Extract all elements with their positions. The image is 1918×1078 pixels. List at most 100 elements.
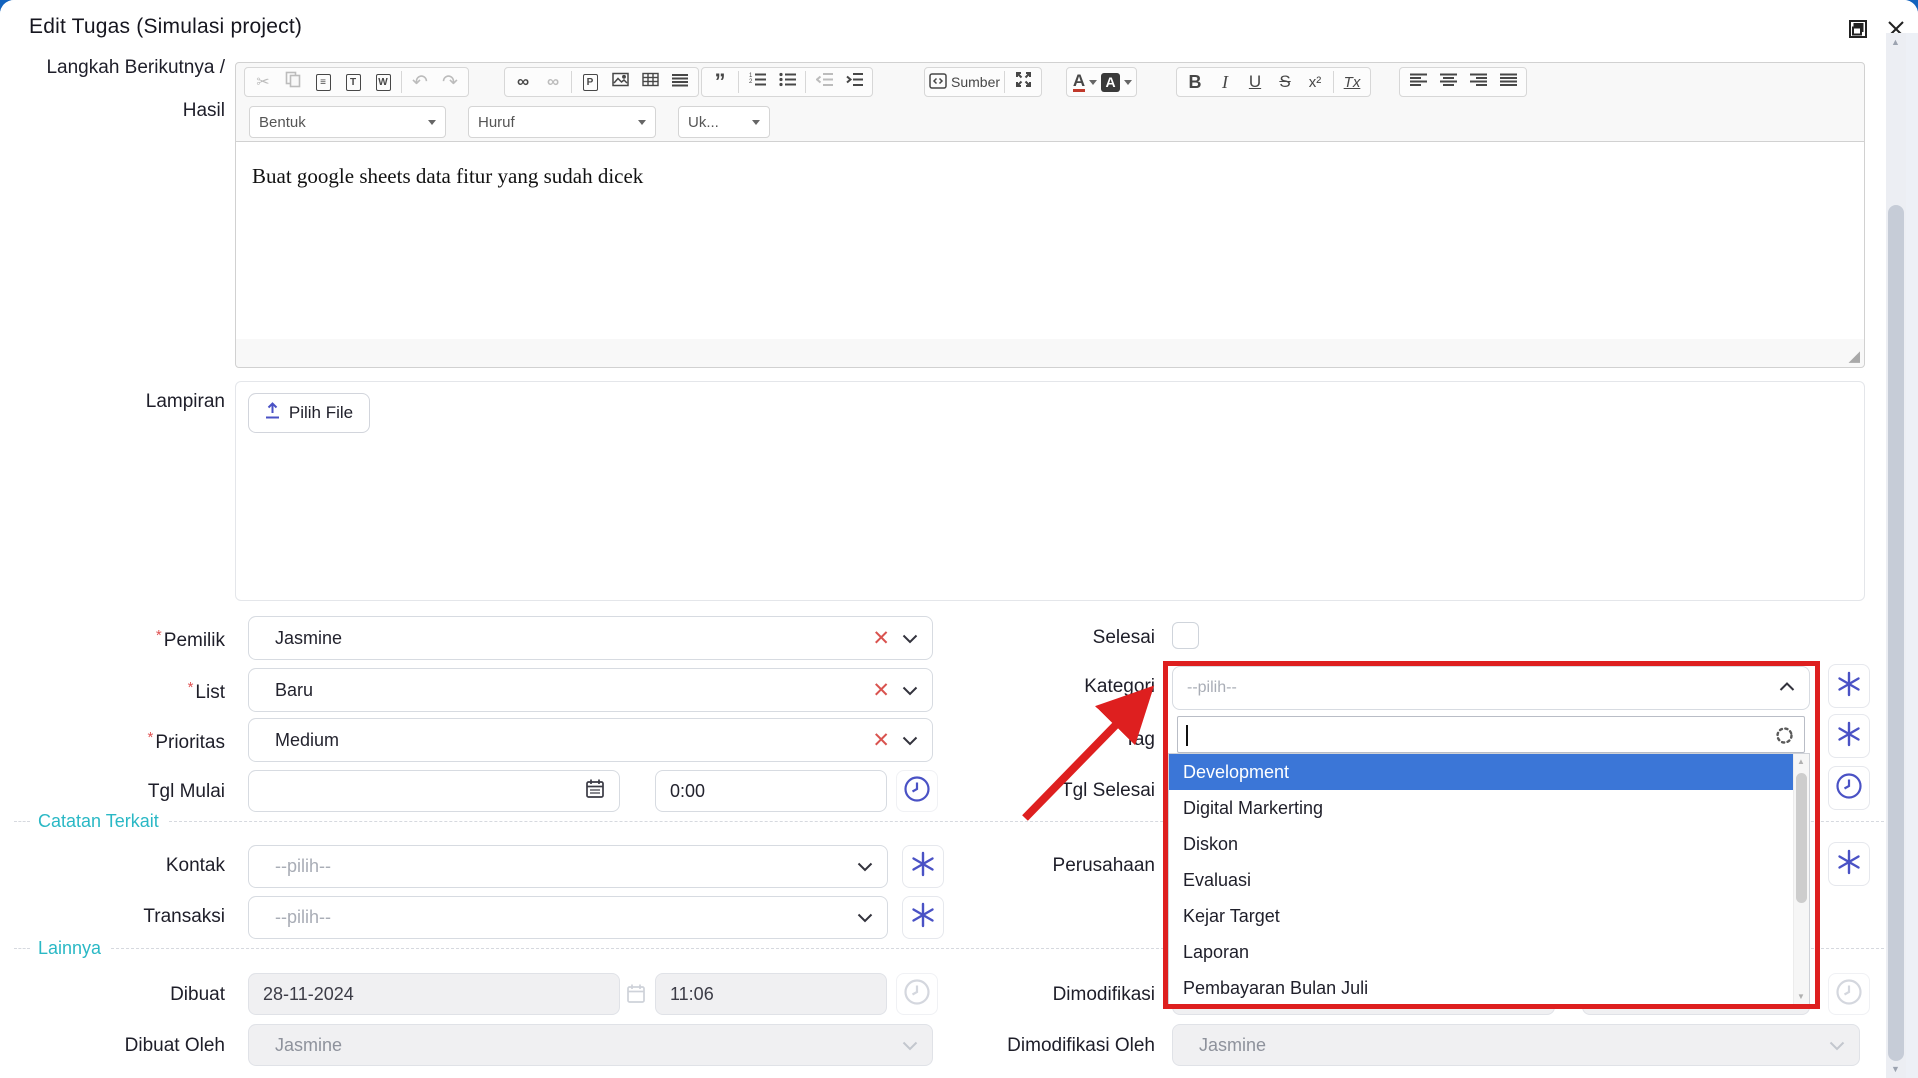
- restore-window-button[interactable]: [1844, 16, 1872, 44]
- editor-text: Buat google sheets data fitur yang sudah…: [252, 164, 643, 188]
- toolbar-separator: [738, 71, 739, 93]
- basicstyles-group: B I U S x² Tx: [1176, 67, 1371, 97]
- clear-icon[interactable]: ✕: [872, 628, 890, 649]
- selesai-checkbox[interactable]: [1172, 622, 1199, 649]
- strikethrough-icon: S: [1279, 72, 1290, 92]
- calendar-icon[interactable]: [585, 778, 605, 804]
- perusahaan-add-button[interactable]: [1828, 842, 1870, 886]
- anchor-button[interactable]: P: [576, 69, 604, 95]
- clear-icon[interactable]: ✕: [872, 730, 890, 751]
- transaksi-add-button[interactable]: [902, 896, 944, 939]
- copy-button[interactable]: [279, 69, 307, 95]
- strikethrough-button[interactable]: S: [1271, 69, 1299, 95]
- editor-toolbar-row2: Bentuk Huruf Uk...: [236, 101, 1864, 141]
- dimodifikasi-oleh-select: Jasmine: [1172, 1024, 1860, 1066]
- kategori-option[interactable]: Pembayaran Bulan Juli: [1169, 970, 1809, 1005]
- horizontal-rule-button[interactable]: [666, 69, 694, 95]
- resize-grip-icon[interactable]: ◢: [1848, 347, 1860, 365]
- remove-format-button[interactable]: Tx: [1338, 69, 1366, 95]
- indent-button[interactable]: [840, 69, 868, 95]
- kategori-option[interactable]: Evaluasi: [1169, 862, 1809, 898]
- format-combo-label: Bentuk: [259, 114, 306, 131]
- outdent-icon: [816, 72, 833, 92]
- scroll-down-icon[interactable]: ▼: [1891, 1064, 1900, 1074]
- undo-button[interactable]: ↶: [406, 69, 434, 95]
- source-button[interactable]: Sumber: [929, 69, 1000, 95]
- list-select[interactable]: Baru ✕: [248, 668, 933, 712]
- numbered-list-button[interactable]: 12: [743, 69, 771, 95]
- chevron-up-icon[interactable]: [1779, 679, 1795, 697]
- dropdown-scrollbar[interactable]: ▲ ▼: [1793, 754, 1809, 1004]
- attachment-dropzone[interactable]: Pilih File: [235, 381, 1865, 601]
- kategori-option[interactable]: Kejar Target: [1169, 898, 1809, 934]
- scroll-up-icon[interactable]: ▲: [1891, 37, 1900, 47]
- underline-button[interactable]: U: [1241, 69, 1269, 95]
- clock-icon: [1835, 772, 1863, 805]
- chevron-down-icon: [638, 120, 646, 125]
- clock-icon: [1835, 978, 1863, 1011]
- bulleted-list-button[interactable]: [773, 69, 801, 95]
- transaksi-select[interactable]: --pilih--: [248, 896, 888, 939]
- background-color-button[interactable]: A: [1101, 69, 1132, 95]
- pick-file-button[interactable]: Pilih File: [248, 393, 370, 433]
- insert-table-button[interactable]: [636, 69, 664, 95]
- image-icon: [612, 72, 629, 92]
- bulleted-list-icon: [779, 72, 796, 92]
- chevron-down-icon[interactable]: [857, 856, 873, 877]
- pemilik-select[interactable]: Jasmine ✕: [248, 616, 933, 660]
- clear-icon[interactable]: ✕: [872, 680, 890, 701]
- fontsize-combo[interactable]: Uk...: [678, 106, 770, 138]
- kategori-option[interactable]: Laporan: [1169, 934, 1809, 970]
- chevron-down-icon[interactable]: [857, 907, 873, 928]
- paste-icon: ≡: [316, 74, 331, 91]
- selesai-label: Selesai: [895, 627, 1155, 649]
- undo-icon: ↶: [412, 71, 428, 94]
- kategori-search-input[interactable]: [1177, 716, 1805, 753]
- section-dash: [14, 948, 30, 949]
- unlink-button[interactable]: ∞: [539, 69, 567, 95]
- kategori-option[interactable]: Diskon: [1169, 826, 1809, 862]
- asterisk-icon: [1837, 721, 1861, 752]
- align-left-button[interactable]: [1404, 69, 1432, 95]
- kategori-option[interactable]: Digital Markerting: [1169, 790, 1809, 826]
- align-justify-button[interactable]: [1494, 69, 1522, 95]
- page-background: Edit Tugas (Simulasi project) Langkah Be…: [0, 0, 1918, 1078]
- asterisk-icon: [1837, 849, 1861, 880]
- kontak-select[interactable]: --pilih--: [248, 845, 888, 888]
- tgl-mulai-time-input[interactable]: 0:00: [655, 770, 887, 812]
- scroll-up-icon[interactable]: ▲: [1797, 757, 1805, 766]
- font-combo-label: Huruf: [478, 114, 515, 131]
- transaksi-label: Transaksi: [0, 906, 225, 928]
- paste-as-text-button[interactable]: T: [339, 69, 367, 95]
- tgl-mulai-date-input[interactable]: [248, 770, 620, 812]
- superscript-button[interactable]: x²: [1301, 69, 1329, 95]
- font-combo[interactable]: Huruf: [468, 106, 656, 138]
- tgl-selesai-clock-button[interactable]: [1828, 766, 1870, 810]
- scroll-down-icon[interactable]: ▼: [1797, 992, 1805, 1001]
- redo-button[interactable]: ↷: [436, 69, 464, 95]
- page-scrollbar-thumb[interactable]: [1888, 205, 1904, 1061]
- maximize-button[interactable]: [1009, 69, 1037, 95]
- text-color-button[interactable]: A: [1071, 69, 1099, 95]
- page-scrollbar[interactable]: ▲ ▼: [1886, 33, 1906, 1078]
- insert-image-button[interactable]: [606, 69, 634, 95]
- cut-button[interactable]: ✂: [249, 69, 277, 95]
- bold-button[interactable]: B: [1181, 69, 1209, 95]
- kategori-select[interactable]: --pilih--: [1172, 666, 1810, 710]
- align-right-button[interactable]: [1464, 69, 1492, 95]
- paste-button[interactable]: ≡: [309, 69, 337, 95]
- link-button[interactable]: ∞: [509, 69, 537, 95]
- kategori-add-button[interactable]: [1828, 664, 1870, 708]
- align-center-button[interactable]: [1434, 69, 1462, 95]
- dibuat-oleh-value: Jasmine: [263, 1035, 342, 1056]
- editor-content[interactable]: Buat google sheets data fitur yang sudah…: [236, 141, 1864, 347]
- kategori-option[interactable]: Development: [1169, 754, 1809, 790]
- tag-add-button[interactable]: [1828, 714, 1870, 758]
- blockquote-button[interactable]: ”: [706, 69, 734, 95]
- italic-button[interactable]: I: [1211, 69, 1239, 95]
- scrollbar-thumb[interactable]: [1796, 773, 1807, 903]
- outdent-button[interactable]: [810, 69, 838, 95]
- format-combo[interactable]: Bentuk: [249, 106, 446, 138]
- prioritas-select[interactable]: Medium ✕: [248, 718, 933, 762]
- paste-from-word-button[interactable]: W: [369, 69, 397, 95]
